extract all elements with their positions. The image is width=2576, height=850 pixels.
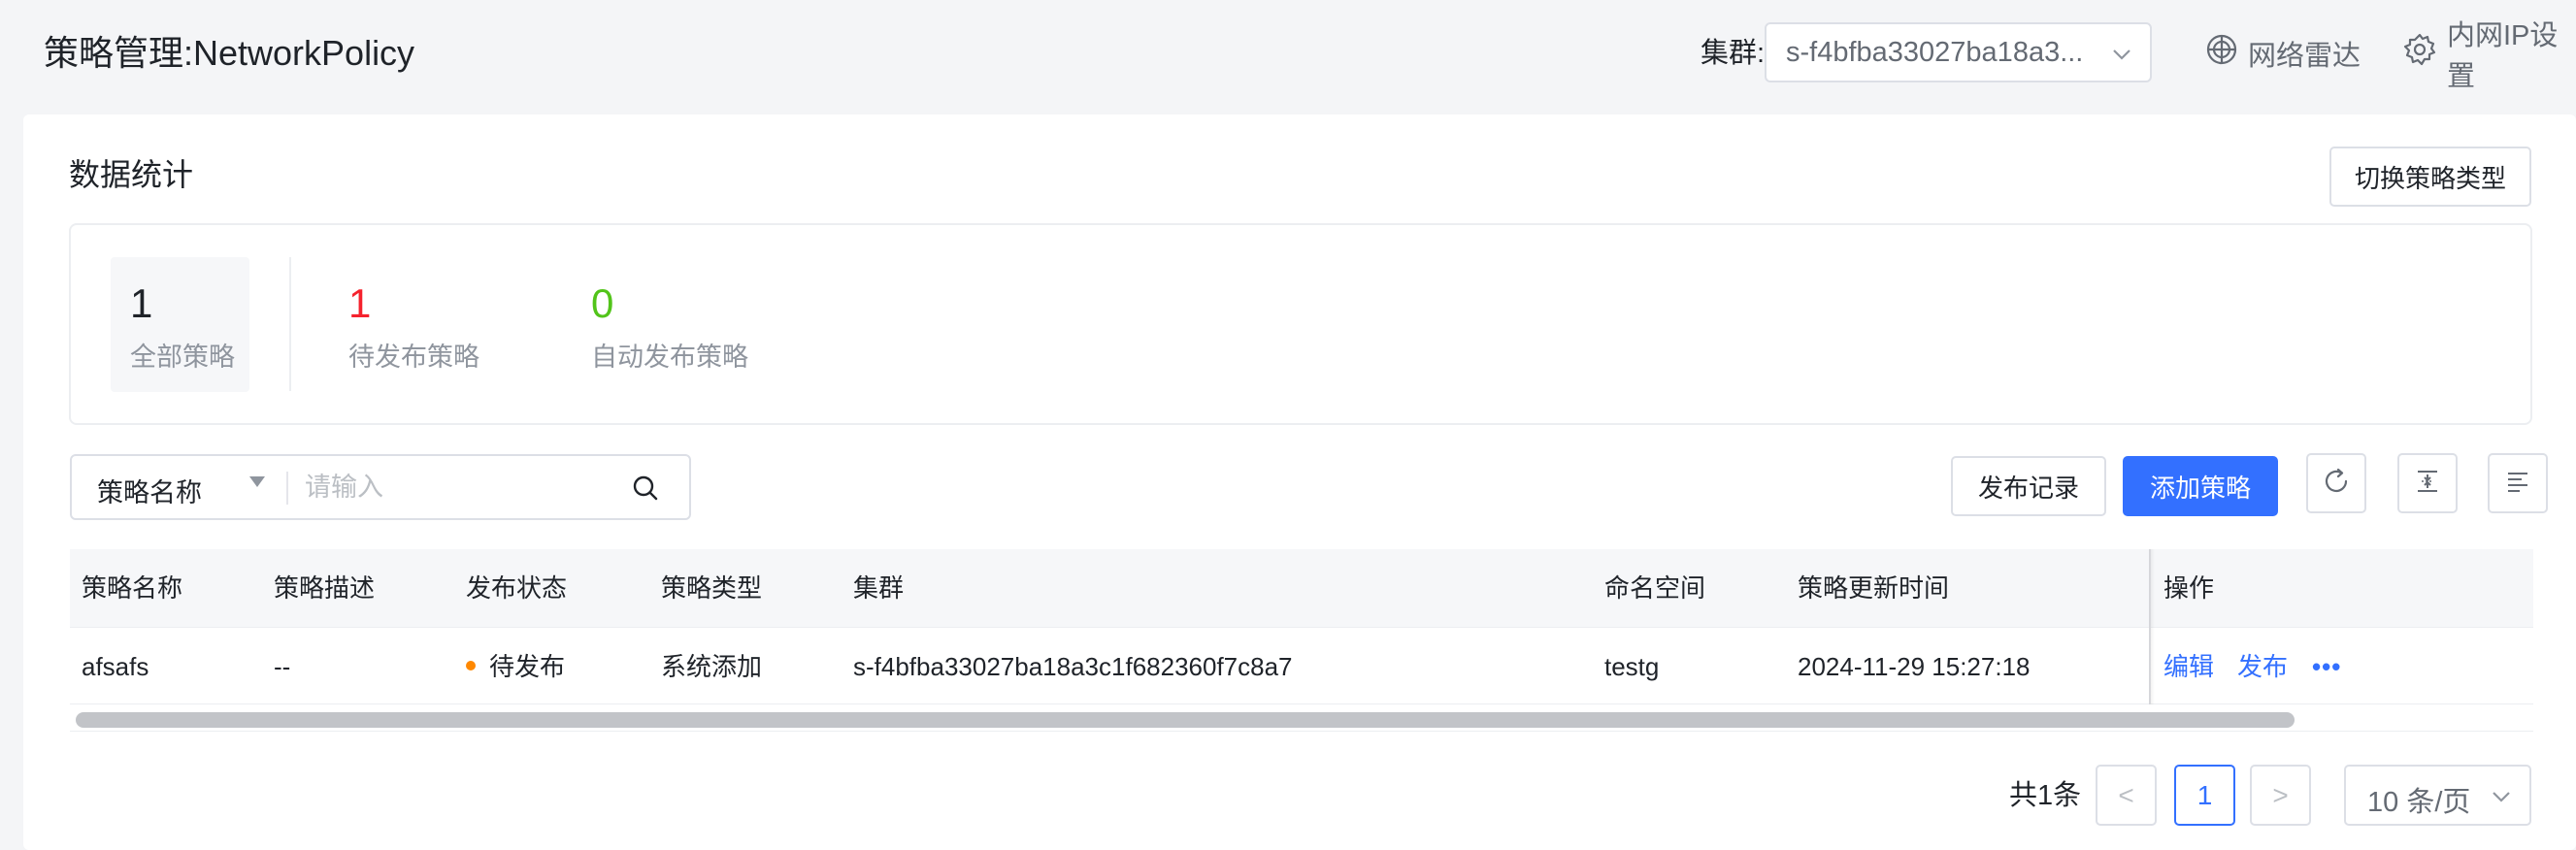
column-header-type: 策略类型 xyxy=(661,573,763,603)
pagination-next-button[interactable]: > xyxy=(2250,765,2311,826)
table-row: afsafs -- 待发布 系统添加 s-f4bfba33027ba18a3c1… xyxy=(70,627,2533,704)
column-header-name: 策略名称 xyxy=(82,573,183,603)
density-button[interactable] xyxy=(2397,453,2458,513)
page-title: 策略管理:NetworkPolicy xyxy=(44,33,415,73)
intranet-ip-settings-link[interactable]: 内网IP设置 xyxy=(2402,20,2576,92)
horizontal-scrollbar-thumb[interactable] xyxy=(76,712,2295,728)
stat-auto-label: 自动发布策略 xyxy=(591,343,748,372)
add-policy-button[interactable]: 添加策略 xyxy=(2123,456,2278,516)
column-header-description: 策略描述 xyxy=(274,573,376,603)
column-header-updated: 策略更新时间 xyxy=(1798,573,1950,603)
stat-pending-value[interactable]: 1 xyxy=(348,278,371,329)
status-dot-icon xyxy=(466,661,476,671)
refresh-button[interactable] xyxy=(2306,453,2366,513)
pagination-prev-button[interactable]: < xyxy=(2096,765,2157,826)
cluster-select[interactable]: s-f4bfba33027ba18a3... xyxy=(1765,22,2152,82)
fixed-column-shadow xyxy=(2149,549,2155,704)
publish-link[interactable]: 发布 xyxy=(2237,649,2288,684)
radar-icon xyxy=(2205,33,2248,74)
network-radar-link[interactable]: 网络雷达 xyxy=(2205,32,2361,75)
cell-name: afsafs xyxy=(82,652,149,681)
cell-description: -- xyxy=(274,652,291,681)
section-title: 数据统计 xyxy=(69,157,194,192)
search-input[interactable] xyxy=(305,466,625,508)
stat-all-value: 1 xyxy=(130,280,153,326)
table-header: 策略名称 策略描述 发布状态 策略类型 集群 命名空间 策略更新时间 操作 xyxy=(70,549,2533,627)
cell-cluster: s-f4bfba33027ba18a3c1f682360f7c8a7 xyxy=(853,652,1293,681)
gear-icon xyxy=(2402,32,2447,75)
intranet-ip-settings-label: 内网IP设置 xyxy=(2447,20,2559,92)
cell-updated: 2024-11-29 15:27:18 xyxy=(1798,652,2031,681)
column-header-namespace: 命名空间 xyxy=(1604,573,1706,603)
column-header-status: 发布状态 xyxy=(466,573,568,603)
chevron-down-icon xyxy=(2491,786,2512,812)
cluster-select-value: s-f4bfba33027ba18a3... xyxy=(1786,37,2084,68)
publish-log-button[interactable]: 发布记录 xyxy=(1951,456,2106,516)
search-bar: 策略名称 xyxy=(70,454,691,520)
search-icon[interactable] xyxy=(630,473,661,508)
cell-type: 系统添加 xyxy=(661,652,763,681)
search-field-select[interactable]: 策略名称 xyxy=(97,472,202,509)
search-divider xyxy=(286,472,288,505)
cell-status: 待发布 xyxy=(466,649,565,684)
chevron-down-icon xyxy=(2111,44,2132,70)
cluster-label: 集群: xyxy=(1701,38,1766,69)
pagination-page-1[interactable]: 1 xyxy=(2174,765,2235,826)
switch-policy-type-button[interactable]: 切换策略类型 xyxy=(2329,147,2531,207)
stat-auto-value[interactable]: 0 xyxy=(591,278,613,329)
column-header-actions: 操作 xyxy=(2163,573,2215,603)
pagination-total: 共1条 xyxy=(2009,780,2082,811)
density-icon xyxy=(2413,467,2442,501)
caret-down-icon[interactable] xyxy=(248,475,266,494)
column-settings-icon xyxy=(2503,467,2532,501)
page-size-select[interactable]: 10 条/页 xyxy=(2344,765,2531,826)
stat-pending-label: 待发布策略 xyxy=(348,343,479,372)
cell-namespace: testg xyxy=(1604,652,1660,681)
refresh-icon xyxy=(2322,467,2351,501)
stats-panel xyxy=(69,223,2532,425)
column-settings-button[interactable] xyxy=(2488,453,2548,513)
network-radar-label: 网络雷达 xyxy=(2248,41,2361,72)
edit-link[interactable]: 编辑 xyxy=(2163,649,2214,684)
stats-divider xyxy=(289,257,291,391)
cell-status-text: 待发布 xyxy=(489,652,566,681)
stat-all-label: 全部策略 xyxy=(130,343,235,372)
page-size-value: 10 条/页 xyxy=(2367,787,2471,818)
more-actions-icon[interactable]: ••• xyxy=(2312,649,2341,684)
column-header-cluster: 集群 xyxy=(853,573,905,603)
